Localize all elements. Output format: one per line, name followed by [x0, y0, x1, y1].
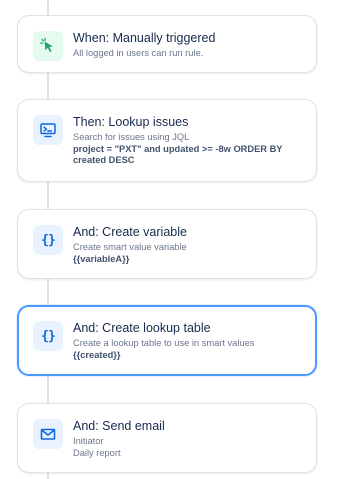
step-title: Then: Lookup issues	[73, 115, 189, 129]
braces-icon: {}	[33, 321, 63, 351]
variable-name: {{variableA}}	[73, 253, 130, 264]
step-description: Search for issues using JQL	[73, 132, 190, 142]
step-title: And: Create variable	[73, 225, 187, 239]
step-description: All logged in users can run rule.	[73, 48, 204, 58]
rule-step-create-lookup-table[interactable]: {} And: Create lookup table Create a loo…	[17, 305, 317, 376]
rule-step-create-variable[interactable]: {} And: Create variable Create smart val…	[17, 209, 317, 279]
rule-step-trigger[interactable]: When: Manually triggered All logged in u…	[17, 15, 317, 73]
braces-glyph: {}	[41, 232, 56, 248]
step-description: Create smart value variable	[73, 242, 187, 252]
braces-glyph: {}	[41, 328, 56, 344]
braces-icon: {}	[33, 225, 63, 255]
step-title: When: Manually triggered	[73, 31, 216, 45]
jql-query: project = "PXT" and updated >= -8w ORDER…	[73, 143, 283, 166]
rule-step-lookup-issues[interactable]: Then: Lookup issues Search for issues us…	[17, 99, 317, 182]
step-description: Create a lookup table to use in smart va…	[73, 338, 255, 348]
email-subject: Daily report	[73, 447, 121, 458]
cursor-click-icon	[33, 31, 63, 61]
rule-editor-canvas: When: Manually triggered All logged in u…	[0, 0, 337, 479]
lookup-table-name: {{created}}	[73, 349, 121, 360]
step-description: Initiator	[73, 436, 104, 446]
step-title: And: Send email	[73, 419, 165, 433]
rule-step-send-email[interactable]: And: Send email Initiator Daily report	[17, 403, 317, 473]
envelope-icon	[33, 419, 63, 449]
step-title: And: Create lookup table	[73, 321, 211, 335]
monitor-search-icon	[33, 115, 63, 145]
